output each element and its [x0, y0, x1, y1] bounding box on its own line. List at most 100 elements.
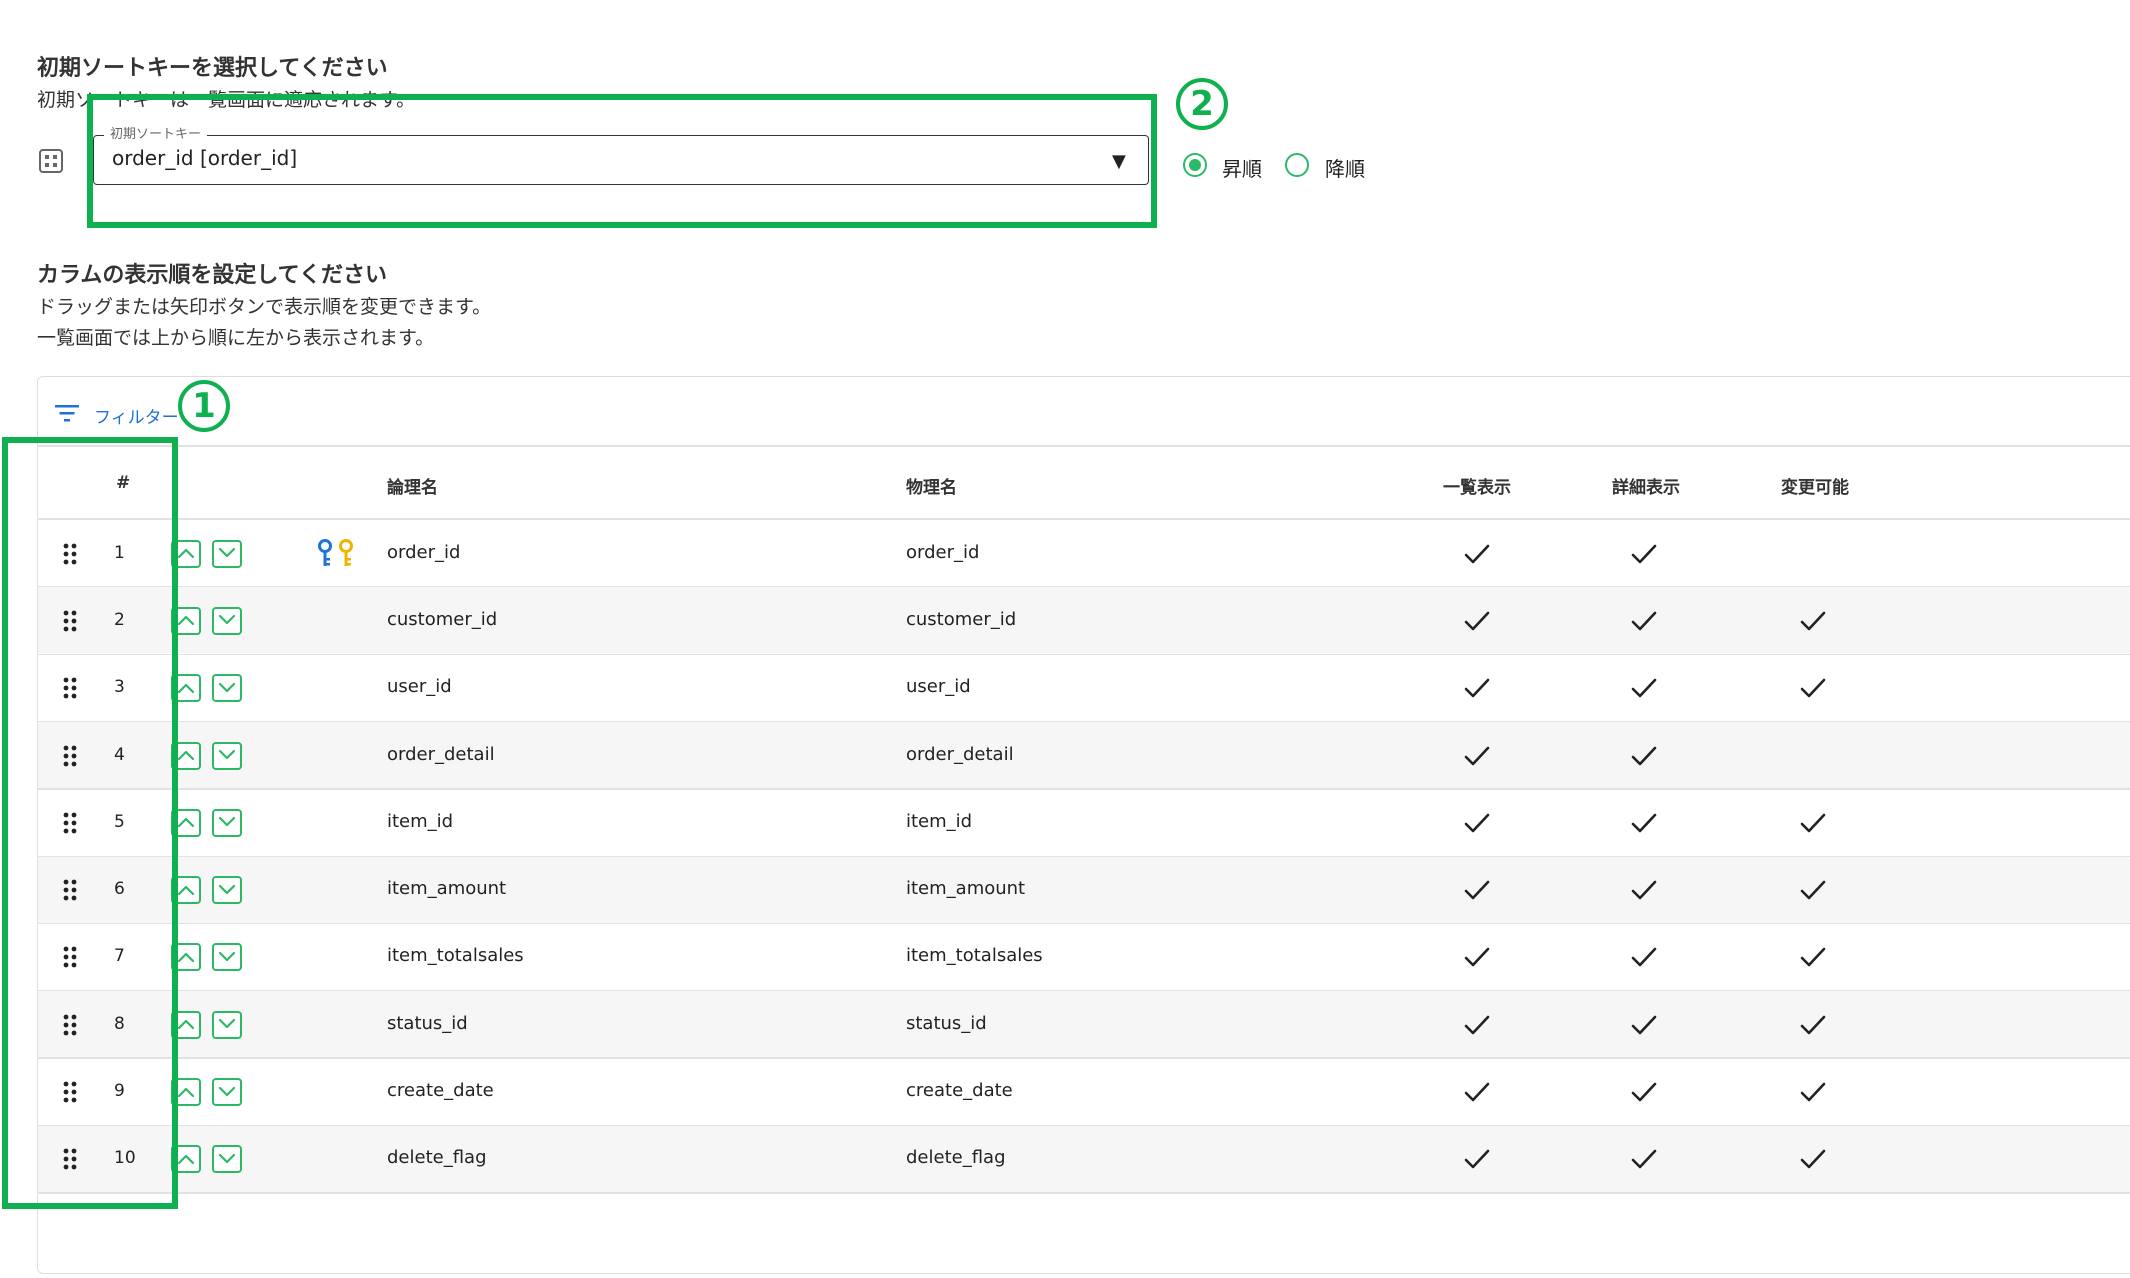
logical-name-cell: delete_flag — [387, 1147, 487, 1169]
physical-name-cell: create_date — [906, 1080, 1013, 1102]
physical-name-cell: user_id — [906, 676, 971, 698]
detail-display-check-icon — [1631, 1148, 1657, 1170]
move-down-button[interactable] — [212, 606, 242, 635]
logical-name-cell: order_detail — [387, 743, 495, 765]
header-top-divider — [37, 445, 2130, 447]
list-display-check-icon — [1464, 610, 1490, 632]
detail-display-check-icon — [1631, 745, 1657, 767]
annotation-frame-2 — [87, 94, 1157, 228]
annotation-frame-1 — [2, 437, 178, 1209]
physical-name-cell: customer_id — [906, 608, 1017, 630]
column-header-list-display: 一覧表示 — [1443, 478, 1511, 498]
physical-name-cell: status_id — [906, 1012, 987, 1034]
editable-check-icon — [1800, 610, 1826, 632]
move-down-button[interactable] — [212, 741, 242, 770]
sort-key-title: 初期ソートキーを選択してください — [37, 56, 388, 81]
detail-display-check-icon — [1631, 543, 1657, 565]
list-display-check-icon — [1464, 543, 1490, 565]
chevron-up-icon — [177, 881, 195, 900]
logical-name-cell: item_amount — [387, 878, 507, 900]
chevron-down-icon — [218, 1083, 236, 1102]
physical-name-cell: item_id — [906, 810, 973, 832]
move-down-button[interactable] — [212, 1010, 242, 1039]
logical-name-cell: create_date — [387, 1080, 494, 1102]
editable-check-icon — [1800, 1014, 1826, 1036]
chevron-down-icon — [218, 679, 236, 698]
detail-display-check-icon — [1631, 812, 1657, 834]
list-display-check-icon — [1464, 812, 1490, 834]
detail-display-check-icon — [1631, 946, 1657, 968]
descending-radio[interactable] — [1285, 153, 1309, 177]
primary-key-icon — [317, 538, 333, 573]
list-display-check-icon — [1464, 1081, 1490, 1103]
annotation-badge-1: 1 — [178, 380, 230, 432]
editable-check-icon — [1800, 1148, 1826, 1170]
move-down-button[interactable] — [212, 674, 242, 703]
move-down-button[interactable] — [212, 943, 242, 972]
filter-icon[interactable] — [54, 403, 80, 423]
physical-name-cell: order_detail — [906, 743, 1014, 765]
move-down-button[interactable] — [212, 1145, 242, 1174]
logical-name-cell: user_id — [387, 676, 452, 698]
filter-button[interactable]: フィルター — [94, 403, 179, 428]
move-down-button[interactable] — [212, 1078, 242, 1107]
ascending-radio[interactable] — [1183, 153, 1207, 177]
chevron-up-icon — [177, 1083, 195, 1102]
editable-check-icon — [1800, 946, 1826, 968]
chevron-up-icon — [177, 813, 195, 832]
chevron-down-icon — [218, 948, 236, 967]
list-display-check-icon — [1464, 677, 1490, 699]
column-order-title: カラムの表示順を設定してください — [37, 263, 388, 288]
unique-key-icon — [338, 538, 354, 573]
ascending-label[interactable]: 昇順 — [1222, 153, 1262, 182]
column-order-description-1: ドラッグまたは矢印ボタンで表示順を変更できます。 — [37, 296, 492, 318]
descending-label[interactable]: 降順 — [1325, 153, 1365, 182]
detail-display-check-icon — [1631, 610, 1657, 632]
physical-name-cell: order_id — [906, 541, 980, 563]
list-display-check-icon — [1464, 745, 1490, 767]
logical-name-cell: order_id — [387, 541, 461, 563]
chevron-down-icon — [218, 881, 236, 900]
editable-check-icon — [1800, 812, 1826, 834]
detail-display-check-icon — [1631, 1081, 1657, 1103]
list-display-check-icon — [1464, 879, 1490, 901]
logical-name-cell: status_id — [387, 1012, 468, 1034]
annotation-badge-2: 2 — [1176, 78, 1228, 130]
chevron-down-icon — [218, 544, 236, 563]
table-row[interactable] — [37, 722, 2130, 789]
chevron-up-icon — [177, 544, 195, 563]
column-header-physical-name: 物理名 — [906, 478, 957, 498]
chevron-up-icon — [177, 1150, 195, 1169]
logical-name-cell: item_totalsales — [387, 945, 524, 967]
chevron-up-icon — [177, 948, 195, 967]
chevron-up-icon — [177, 746, 195, 765]
list-display-check-icon — [1464, 1014, 1490, 1036]
move-down-button[interactable] — [212, 876, 242, 905]
physical-name-cell: item_amount — [906, 878, 1026, 900]
chevron-down-icon — [218, 611, 236, 630]
chevron-down-icon — [218, 813, 236, 832]
detail-display-check-icon — [1631, 1014, 1657, 1036]
physical-name-cell: delete_flag — [906, 1147, 1006, 1169]
move-down-button[interactable] — [212, 808, 242, 837]
move-down-button[interactable] — [212, 539, 242, 568]
list-display-check-icon — [1464, 1148, 1490, 1170]
chevron-up-icon — [177, 1015, 195, 1034]
list-display-check-icon — [1464, 946, 1490, 968]
editable-check-icon — [1800, 677, 1826, 699]
grid-icon — [39, 149, 63, 173]
column-order-description-2: 一覧画面では上から順に左から表示されます。 — [37, 327, 435, 349]
editable-check-icon — [1800, 1081, 1826, 1103]
chevron-down-icon — [218, 1150, 236, 1169]
column-header-logical-name: 論理名 — [387, 478, 438, 498]
chevron-up-icon — [177, 611, 195, 630]
row-divider — [37, 1192, 2130, 1194]
physical-name-cell: item_totalsales — [906, 945, 1043, 967]
column-header-detail-display: 詳細表示 — [1612, 478, 1680, 498]
chevron-up-icon — [177, 679, 195, 698]
chevron-down-icon — [218, 746, 236, 765]
detail-display-check-icon — [1631, 879, 1657, 901]
column-header-editable: 変更可能 — [1781, 478, 1849, 498]
detail-display-check-icon — [1631, 677, 1657, 699]
chevron-down-icon — [218, 1015, 236, 1034]
